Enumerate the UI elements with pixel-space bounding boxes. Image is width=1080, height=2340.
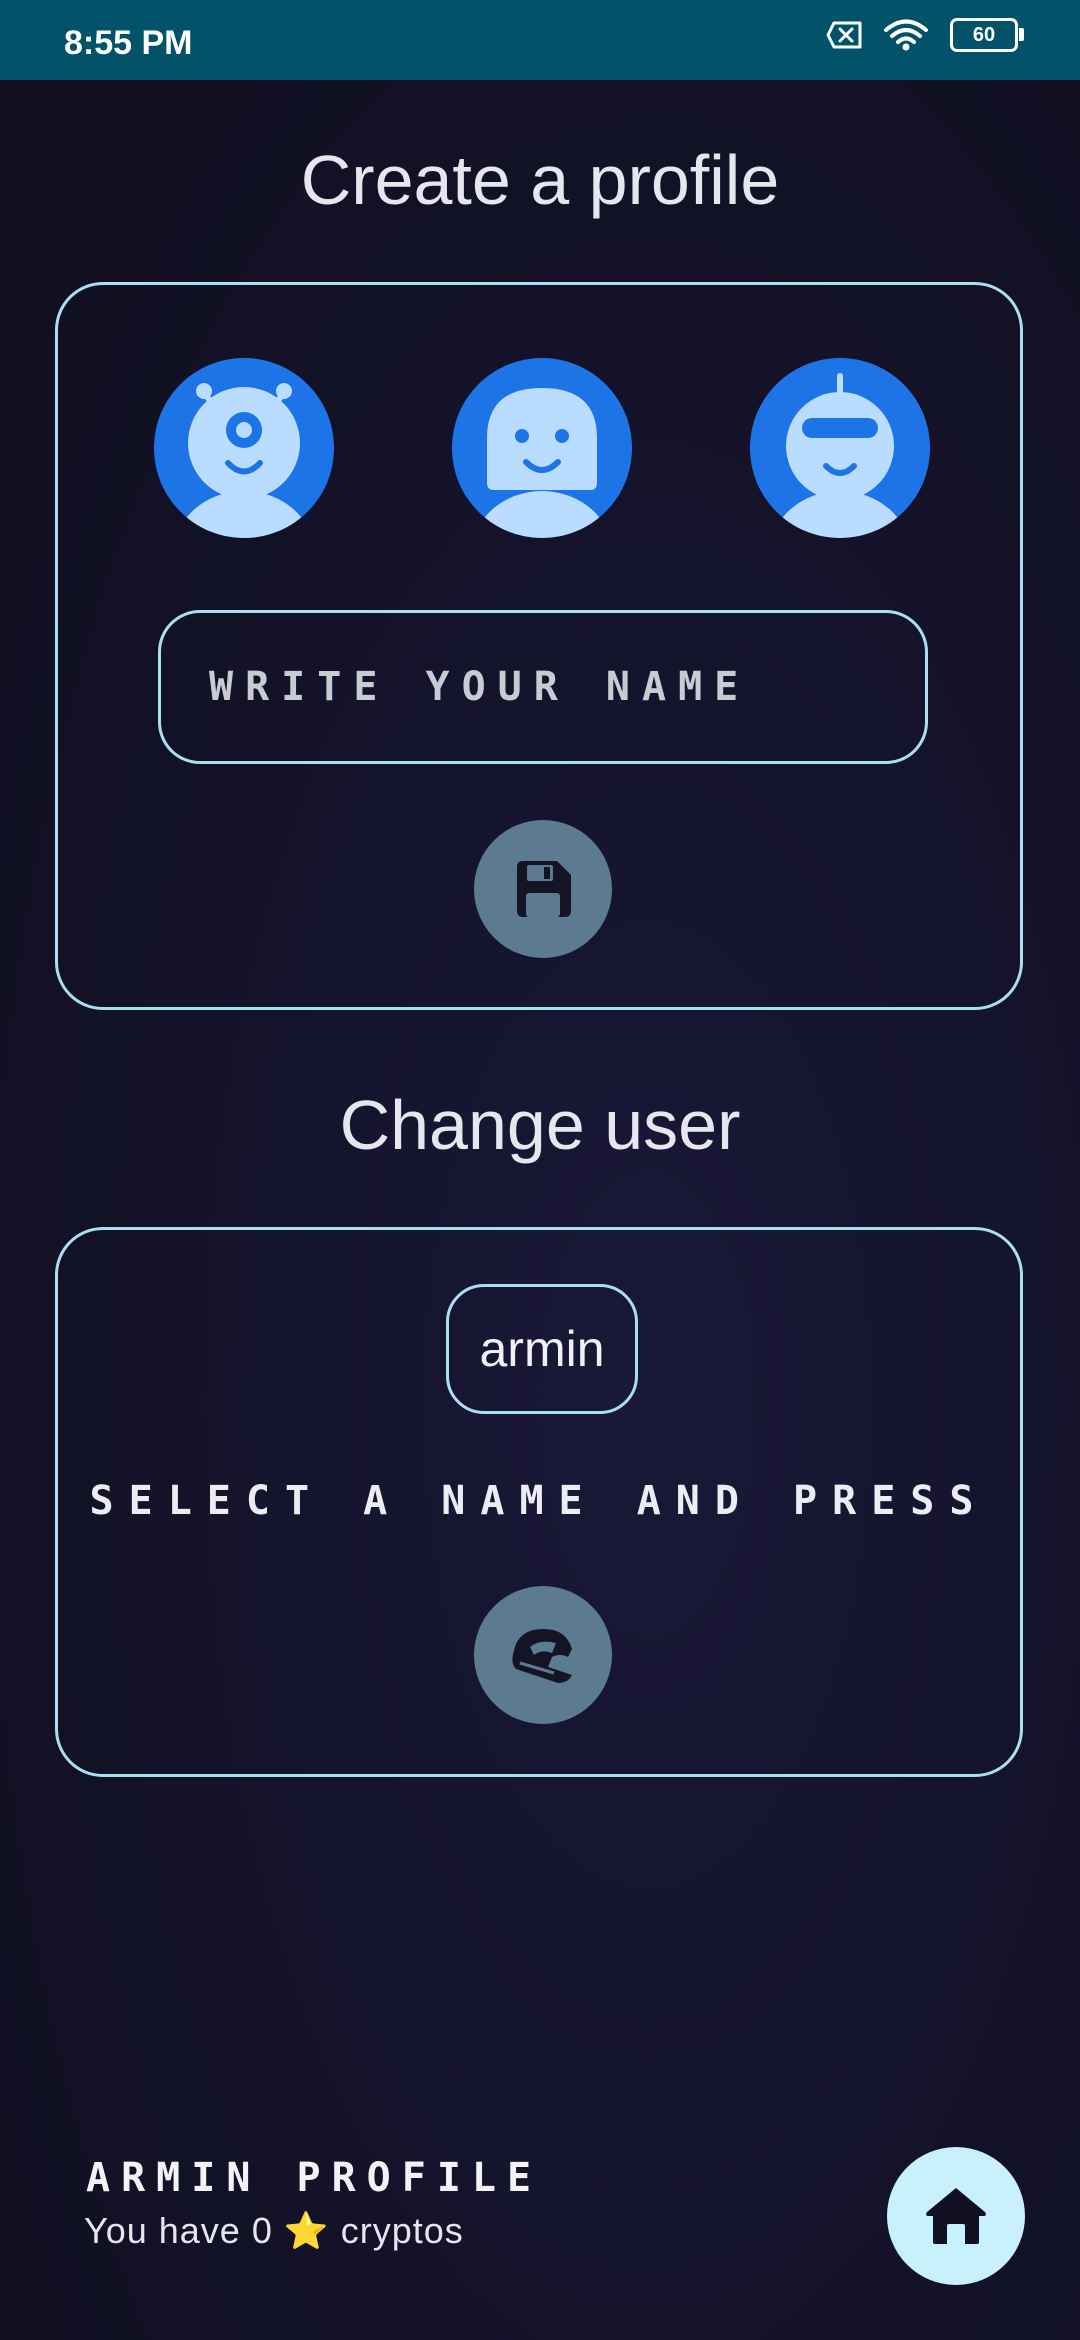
battery-level: 60 bbox=[972, 23, 996, 46]
home-button[interactable] bbox=[887, 2147, 1025, 2285]
girl-avatar[interactable] bbox=[452, 358, 632, 538]
name-input[interactable] bbox=[158, 610, 928, 764]
crypto-balance: You have 0 ⭐ cryptos bbox=[84, 2210, 464, 2252]
sim-off-icon bbox=[826, 21, 862, 49]
star-icon: ⭐ bbox=[283, 2210, 330, 2251]
floppy-disk-icon bbox=[511, 857, 575, 921]
crypto-prefix: You have 0 bbox=[84, 2210, 273, 2251]
crypto-suffix: cryptos bbox=[340, 2210, 464, 2251]
alien-avatar[interactable] bbox=[154, 358, 334, 538]
create-profile-card bbox=[55, 282, 1023, 1010]
switch-user-button[interactable] bbox=[474, 1586, 612, 1724]
user-chip-armin[interactable]: armin bbox=[446, 1284, 638, 1414]
status-icons: 60 bbox=[826, 18, 1024, 52]
save-button[interactable] bbox=[474, 820, 612, 958]
change-user-title: Change user bbox=[339, 1086, 741, 1164]
status-time: 8:55 PM bbox=[64, 24, 193, 62]
status-bar: 8:55 PM 60 bbox=[0, 0, 1080, 80]
home-icon bbox=[923, 2184, 989, 2248]
change-user-card: armin SELECT A NAME AND PRESS bbox=[55, 1227, 1023, 1777]
robot-avatar[interactable] bbox=[750, 358, 930, 538]
profile-label: ARMIN PROFILE bbox=[86, 2155, 543, 2201]
create-profile-title: Create a profile bbox=[300, 141, 780, 219]
change-user-instruction: SELECT A NAME AND PRESS bbox=[89, 1478, 989, 1524]
battery-icon: 60 bbox=[950, 18, 1024, 52]
wifi-icon bbox=[884, 19, 928, 51]
helmet-icon bbox=[508, 1623, 578, 1687]
